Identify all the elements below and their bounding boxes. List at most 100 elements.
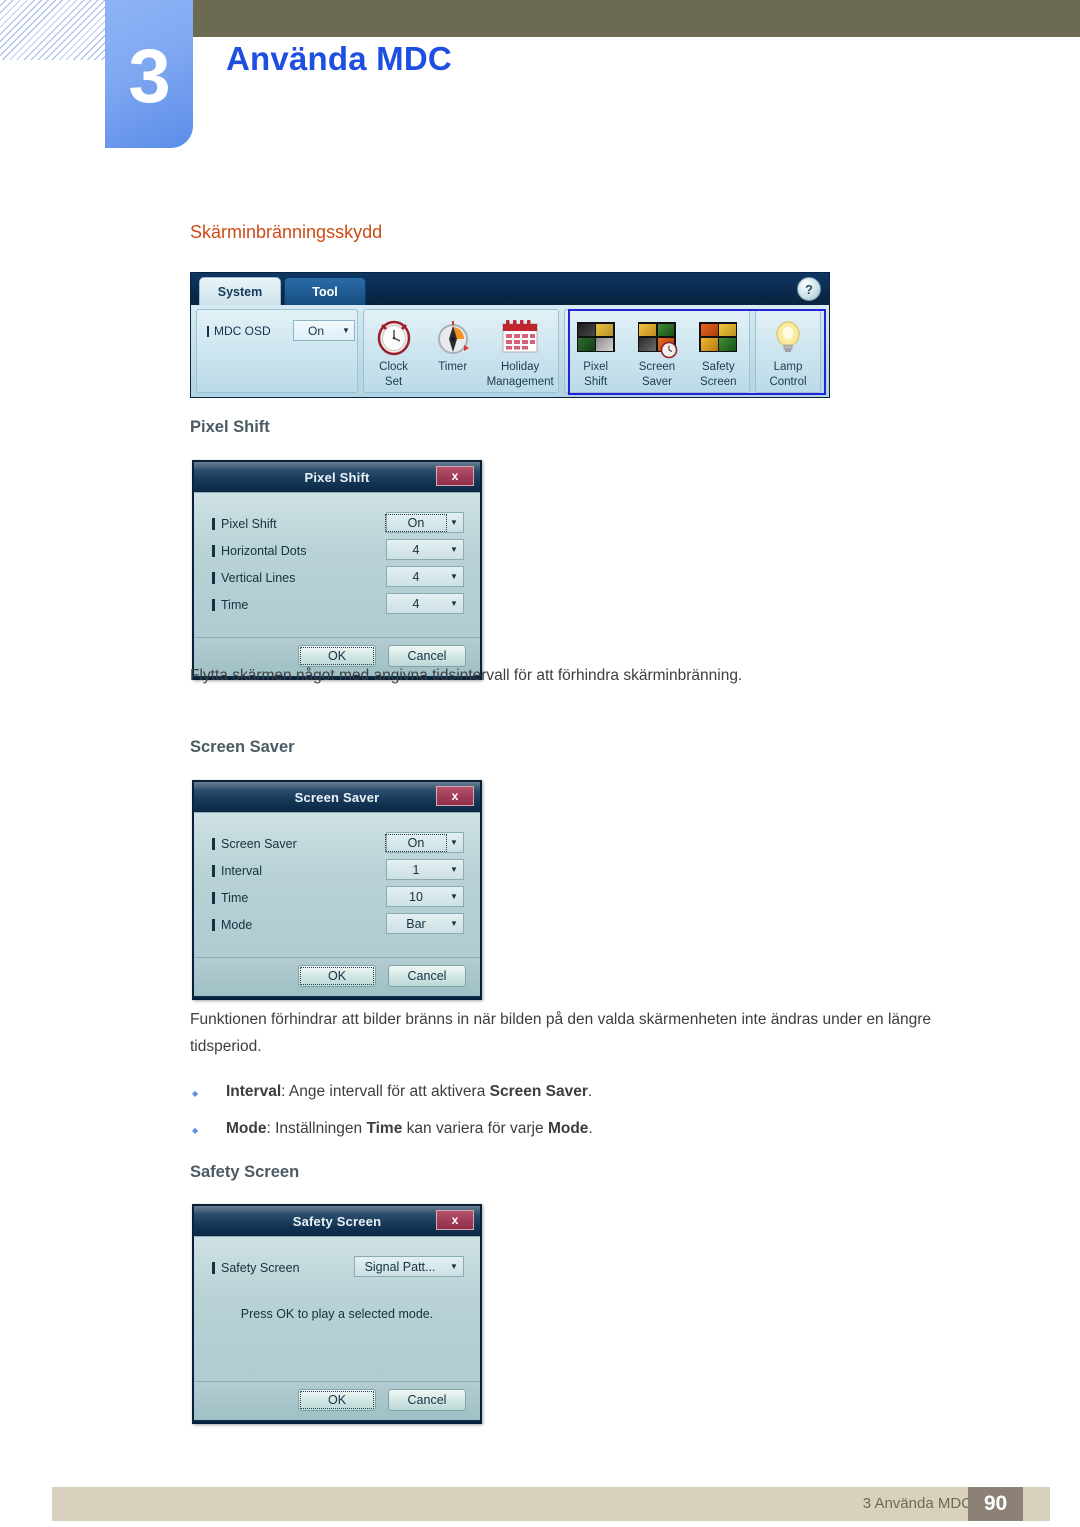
field-label-time: Time <box>212 887 248 909</box>
dialog-titlebar: Screen Saver x <box>194 782 480 812</box>
toolbar-label: Holiday <box>500 361 540 373</box>
field-label-pixel-shift: Pixel Shift <box>212 513 277 535</box>
section-heading: Skärminbränningsskydd <box>190 222 383 242</box>
field-label-time: Time <box>212 594 248 616</box>
dropdown-value: Signal Patt... <box>364 1259 436 1274</box>
cancel-button[interactable]: Cancel <box>388 1389 466 1411</box>
page-title: Använda MDC <box>226 40 452 77</box>
decorative-hatch-pattern <box>0 0 108 60</box>
chevron-down-icon: ▼ <box>450 919 458 928</box>
toolbar-label: Pixel <box>583 361 609 373</box>
toolbar-label: Safety <box>702 361 735 373</box>
tab-system[interactable]: System <box>199 277 281 305</box>
dropdown-horizontal-dots[interactable]: 4 ▼ <box>386 539 464 560</box>
dropdown-pixel-shift[interactable]: On ▼ <box>385 512 464 533</box>
lightbulb-icon <box>772 315 804 359</box>
field-label-mode: Mode <box>212 914 252 936</box>
toolbar-label: Timer <box>438 361 468 373</box>
mdc-lamp-group: Lamp Control <box>755 309 821 393</box>
dropdown-value: On <box>385 833 447 852</box>
list-item-text: Interval: Ange intervall för att aktiver… <box>226 1083 593 1100</box>
list-item-text: Mode: Inställningen Time kan variera för… <box>226 1120 593 1137</box>
dropdown-value: 4 <box>412 596 420 611</box>
mdc-osd-dropdown[interactable]: On ▼ <box>293 320 355 341</box>
dropdown-value: 1 <box>412 862 420 877</box>
toolbar-button-safety-screen[interactable]: Safety Screen <box>688 310 749 389</box>
dropdown-screen-saver[interactable]: On ▼ <box>385 832 464 853</box>
dropdown-interval[interactable]: 1 ▼ <box>386 859 464 880</box>
dialog-screen-saver: Screen Saver x Screen Saver On ▼ Interva… <box>192 780 482 1000</box>
dialog-footer: OK Cancel <box>194 957 480 996</box>
help-icon[interactable]: ? <box>797 277 821 301</box>
paragraph-pixel-shift: Flytta skärmen något med angivna tidsint… <box>190 667 743 684</box>
toolbar-button-clock-set[interactable]: Clock Set <box>364 310 423 389</box>
dropdown-mode[interactable]: Bar ▼ <box>386 913 464 934</box>
ok-button[interactable]: OK <box>298 965 376 987</box>
ok-button[interactable]: OK <box>298 1389 376 1411</box>
field-label-vertical-lines: Vertical Lines <box>212 567 295 589</box>
dropdown-safety-screen[interactable]: Signal Patt... ▼ <box>354 1256 464 1277</box>
dialog-body: Screen Saver On ▼ Interval 1 ▼ Time 10 ▼… <box>194 812 480 957</box>
dropdown-time[interactable]: 10 ▼ <box>386 886 464 907</box>
field-label-horizontal-dots: Horizontal Dots <box>212 540 306 562</box>
chevron-down-icon: ▼ <box>450 1262 458 1271</box>
toolbar-label-2: Screen <box>700 376 737 388</box>
chapter-number: 3 <box>128 34 170 119</box>
calendar-icon <box>500 315 540 359</box>
close-icon[interactable]: x <box>436 466 474 486</box>
dropdown-vertical-lines[interactable]: 4 ▼ <box>386 566 464 587</box>
toolbar-button-screen-saver[interactable]: Screen Saver <box>626 310 687 389</box>
dropdown-value: Bar <box>406 916 426 931</box>
mdc-tab-bar: System Tool ? <box>191 273 829 305</box>
chevron-down-icon: ▼ <box>450 518 458 527</box>
timer-icon <box>435 315 471 359</box>
chevron-down-icon: ▼ <box>450 545 458 554</box>
mdc-ribbon-body: MDC OSD On ▼ Clock Set Timer Holiday Man… <box>191 305 829 397</box>
toolbar-label: Screen <box>638 361 676 373</box>
toolbar-label-2: Shift <box>584 376 608 388</box>
chevron-down-icon: ▼ <box>450 572 458 581</box>
header-olive-band <box>105 0 1080 37</box>
mdc-screen-protection-group: Pixel Shift Screen Saver Safety Screen <box>564 309 750 393</box>
subheading-pixel-shift: Pixel Shift <box>190 418 270 436</box>
dialog-body: Pixel Shift On ▼ Horizontal Dots 4 ▼ Ver… <box>194 492 480 637</box>
tab-tool[interactable]: Tool <box>284 277 366 305</box>
mdc-osd-label: MDC OSD <box>207 320 271 342</box>
footer-chapter-label: 3 Använda MDC <box>862 1495 972 1512</box>
toolbar-label: Lamp <box>773 361 803 373</box>
chevron-down-icon: ▼ <box>450 599 458 608</box>
mdc-toolbar-screenshot: System Tool ? MDC OSD On ▼ Clock Set Tim… <box>190 272 830 398</box>
dialog-pixel-shift: Pixel Shift x Pixel Shift On ▼ Horizonta… <box>192 460 482 680</box>
screen-saver-icon <box>637 315 678 359</box>
toolbar-button-pixel-shift[interactable]: Pixel Shift <box>565 310 626 389</box>
subheading-safety-screen: Safety Screen <box>190 1163 300 1181</box>
dialog-title: Screen Saver <box>294 789 380 805</box>
toolbar-label-2: Saver <box>641 376 673 388</box>
toolbar-button-timer[interactable]: Timer <box>423 310 482 376</box>
bullet-icon <box>190 1079 226 1107</box>
dialog-titlebar: Safety Screen x <box>194 1206 480 1236</box>
dropdown-value: 4 <box>412 569 420 584</box>
dropdown-time[interactable]: 4 ▼ <box>386 593 464 614</box>
dialog-footer: OK Cancel <box>194 1381 480 1420</box>
dialog-note: Press OK to play a selected mode. <box>240 1307 434 1321</box>
dialog-safety-screen: Safety Screen x Safety Screen Signal Pat… <box>192 1204 482 1424</box>
toolbar-label-2: Management <box>486 376 554 388</box>
close-icon[interactable]: x <box>436 786 474 806</box>
chevron-down-icon: ▼ <box>342 326 350 335</box>
list-item: Interval: Ange intervall för att aktiver… <box>190 1079 990 1107</box>
toolbar-button-holiday-management[interactable]: Holiday Management <box>482 310 558 389</box>
mdc-clock-group: Clock Set Timer Holiday Management <box>363 309 559 393</box>
list-item: Mode: Inställningen Time kan variera för… <box>190 1116 990 1144</box>
mdc-osd-value: On <box>307 323 324 338</box>
dialog-title: Safety Screen <box>292 1213 382 1229</box>
toolbar-button-lamp-control[interactable]: Lamp Control <box>756 310 820 389</box>
dropdown-value: 10 <box>409 889 423 904</box>
field-label-safety-screen: Safety Screen <box>212 1257 300 1279</box>
dialog-titlebar: Pixel Shift x <box>194 462 480 492</box>
close-icon[interactable]: x <box>436 1210 474 1230</box>
cancel-button[interactable]: Cancel <box>388 965 466 987</box>
safety-screen-icon <box>699 315 738 359</box>
dialog-title: Pixel Shift <box>304 469 370 485</box>
paragraph-screen-saver: Funktionen förhindrar att bilder bränns … <box>190 1011 932 1055</box>
